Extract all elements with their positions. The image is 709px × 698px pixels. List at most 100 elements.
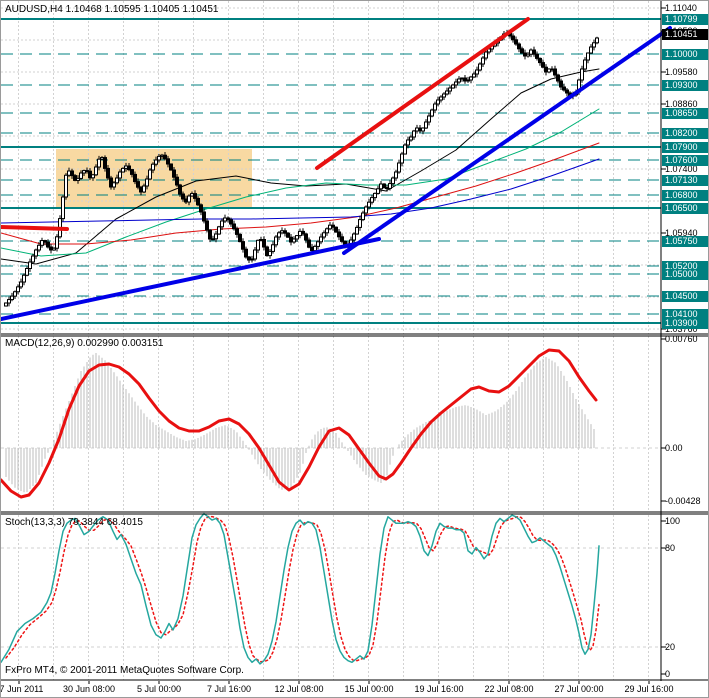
- candle-body: [154, 159, 158, 165]
- candle-body: [295, 235, 299, 240]
- candle-body: [475, 69, 479, 75]
- candle-body: [520, 48, 524, 54]
- chart-canvas[interactable]: [1, 1, 709, 698]
- candle-body: [592, 42, 596, 48]
- candle-body: [175, 176, 179, 186]
- price-tick-label: 1.09580: [665, 67, 698, 77]
- candle-body: [559, 80, 563, 88]
- time-axis-label: 29 Jul 16:00: [624, 684, 674, 694]
- stoch-tick-label: 80: [665, 543, 676, 553]
- candle-body: [376, 188, 380, 194]
- candle-body: [31, 255, 35, 263]
- candle-body: [424, 121, 428, 129]
- candle-body: [220, 220, 224, 228]
- candle-body: [391, 177, 395, 185]
- macd-tick-label: 0.00760: [665, 334, 698, 344]
- candle-body: [28, 261, 32, 269]
- time-axis-label: 15 Jul 00:00: [344, 684, 394, 694]
- time-axis-label: 27 Jun 2011: [0, 684, 44, 694]
- price-level-badge: 1.06800: [662, 189, 708, 201]
- candle-body: [46, 241, 50, 248]
- macd-tick-label: 0.00: [665, 443, 683, 453]
- candle-body: [307, 239, 311, 248]
- stoch-tick-label: 100: [665, 516, 681, 526]
- candle-body: [355, 226, 359, 235]
- candle-body: [127, 165, 131, 171]
- candle-body: [268, 250, 272, 257]
- candle-body: [337, 231, 341, 238]
- candle-body: [97, 158, 101, 168]
- candle-body: [517, 43, 521, 50]
- candle-body: [232, 223, 236, 230]
- candle-body: [514, 39, 518, 45]
- candle-body: [214, 233, 218, 240]
- candle-body: [7, 299, 11, 304]
- time-axis-label: 27 Jul 00:00: [554, 684, 604, 694]
- candle-body: [583, 59, 587, 70]
- price-level-badge: 1.05000: [662, 268, 708, 280]
- stoch-tick-label: 20: [665, 642, 676, 652]
- candle-body: [217, 226, 221, 235]
- candle-body: [325, 228, 329, 234]
- candle-body: [208, 229, 212, 240]
- symbol-ohlc-title: AUDUSD,H4 1.10468 1.10595 1.10405 1.1045…: [5, 4, 219, 15]
- price-level-badge: 1.06500: [662, 202, 708, 214]
- candle-body: [148, 169, 152, 180]
- candle-body: [157, 155, 161, 161]
- price-level-badge: 1.07900: [662, 141, 708, 153]
- candle-body: [319, 236, 323, 243]
- candle-body: [352, 233, 356, 241]
- price-level-badge: 1.08200: [662, 127, 708, 139]
- price-level-badge: 1.09300: [662, 79, 708, 91]
- candle-body: [55, 236, 59, 249]
- candle-body: [94, 166, 98, 176]
- resistance-segment-red: [1, 225, 69, 231]
- candle-body: [241, 241, 245, 250]
- candle-body: [538, 57, 542, 64]
- candle-body: [427, 115, 431, 123]
- candle-body: [367, 201, 371, 208]
- candle-body: [370, 197, 374, 203]
- candle-body: [277, 232, 281, 238]
- candle-body: [580, 68, 584, 81]
- candle-body: [361, 212, 365, 221]
- stoch-signal-line: [5, 515, 600, 663]
- candle-body: [253, 249, 257, 260]
- mt4-chart-window: AUDUSD,H4 1.10468 1.10595 1.10405 1.1045…: [0, 0, 709, 698]
- candle-body: [262, 239, 266, 248]
- candle-body: [313, 245, 317, 252]
- price-level-badge: 1.07130: [662, 174, 708, 186]
- copyright-text: FxPro MT4, © 2001-2011 MetaQuotes Softwa…: [5, 665, 244, 676]
- candle-body: [274, 236, 278, 246]
- candle-body: [271, 244, 275, 252]
- candle-body: [358, 219, 362, 228]
- uptrend-blue-long: [1, 237, 381, 321]
- time-axis-label: 12 Jul 08:00: [274, 684, 324, 694]
- candle-body: [70, 170, 74, 177]
- candle-body: [166, 158, 170, 165]
- candle-body: [433, 103, 437, 111]
- candle-body: [436, 99, 440, 105]
- candle-body: [79, 172, 83, 179]
- candle-body: [484, 51, 488, 59]
- price-level-badge: 1.10799: [662, 13, 708, 25]
- candle-body: [172, 169, 176, 178]
- candle-body: [133, 173, 137, 183]
- candle-body: [115, 177, 119, 184]
- candle-body: [16, 286, 20, 293]
- price-level-badge: 1.08650: [662, 107, 708, 119]
- price-level-badge: 1.04500: [662, 290, 708, 302]
- candle-body: [151, 163, 155, 171]
- candle-body: [286, 232, 290, 238]
- candle-body: [193, 193, 197, 199]
- candle-body: [229, 219, 233, 225]
- price-level-badge: 1.07600: [662, 154, 708, 166]
- price-level-badge: 1.03900: [662, 317, 708, 329]
- candle-body: [382, 183, 386, 189]
- price-tick-label: 1.07400: [665, 164, 698, 174]
- candle-body: [145, 178, 149, 187]
- stoch-indicator-label: Stoch(13,3,3) 79.3844 68.4015: [5, 517, 143, 528]
- candle-body: [532, 49, 536, 55]
- candle-body: [118, 171, 122, 179]
- candle-body: [586, 52, 590, 61]
